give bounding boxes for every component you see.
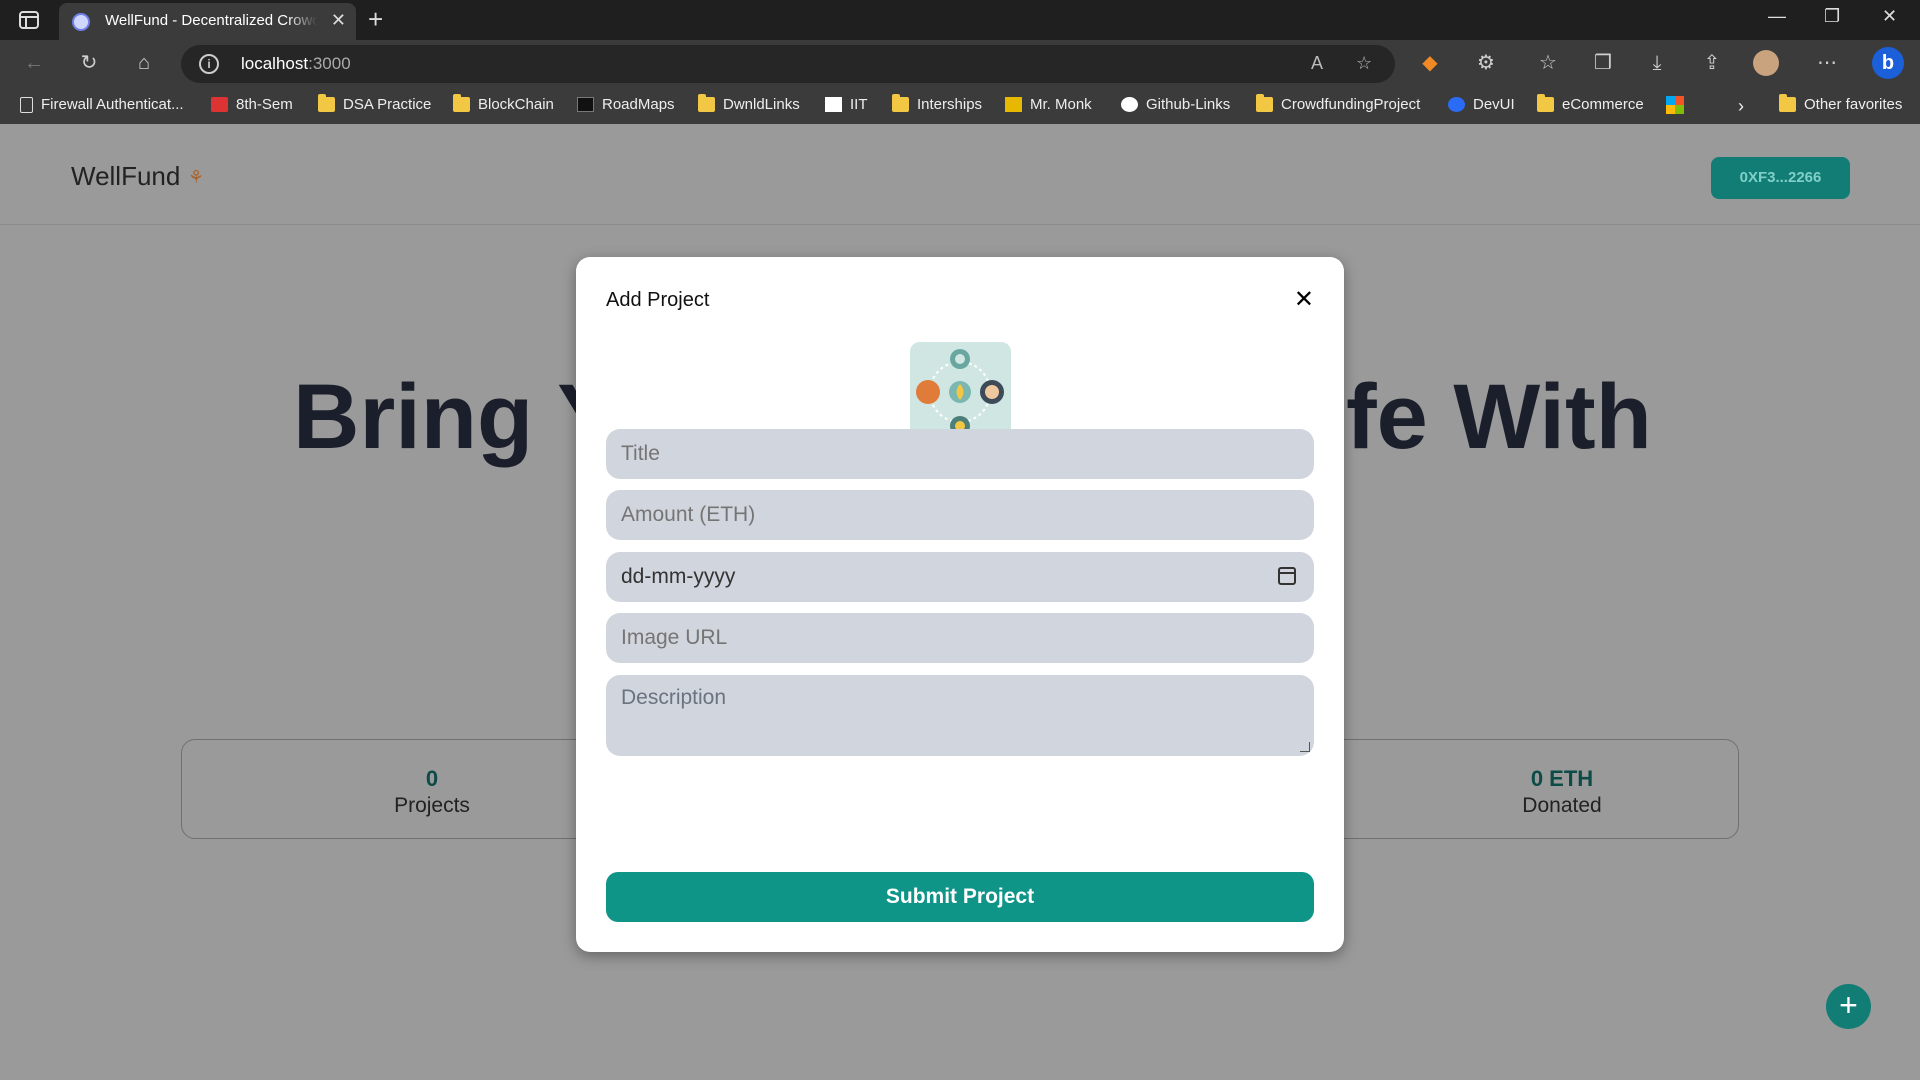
browser-toolbar: ← ↻ ⌂ i localhost:3000 A ☆ ◆ ⚙ ☆ ❒ ⤓ ⇪ ⋯… [0,40,1920,87]
brand-name[interactable]: WellFund [71,161,180,192]
new-tab-button[interactable]: + [368,4,383,35]
bookmark-label: RoadMaps [602,96,675,113]
brand-logo-icon: ⚘ [188,167,205,187]
iit-icon [825,97,842,112]
add-project-fab[interactable]: + [1826,984,1871,1029]
modal-close-icon[interactable]: ✕ [1294,285,1314,314]
roadmap-icon [577,97,594,112]
favorites-icon[interactable]: ☆ [1534,50,1562,76]
microsoft-icon [1666,96,1684,114]
folder-icon [318,94,335,112]
submit-project-button[interactable]: Submit Project [606,872,1314,922]
pdf-icon [211,97,228,112]
date-placeholder: dd-mm-yyyy [621,565,736,588]
folder-icon [1537,94,1554,112]
folder-icon [698,94,715,112]
tab-actions-icon[interactable] [18,9,40,31]
bookmark-dsa-practice[interactable]: DSA Practice [318,94,432,113]
bookmark-iit[interactable]: IIT [825,96,868,113]
bookmark-label: DwnldLinks [723,96,800,113]
site-info-icon[interactable]: i [199,54,219,74]
share-icon[interactable]: ⇪ [1698,50,1726,76]
tab-title: WellFund - Decentralized Crowdfunding [105,12,317,29]
tab-close-icon[interactable]: ✕ [331,10,346,31]
metamask-extension-icon[interactable]: ◆ [1416,50,1444,76]
bookmark-crowdfunding-project[interactable]: CrowdfundingProject [1256,94,1421,113]
bookmark-devui[interactable]: DevUI [1448,96,1515,113]
bookmarks-overflow-chevron-icon[interactable]: › [1738,96,1744,117]
bookmark-8th-sem[interactable]: 8th-Sem [211,96,293,113]
add-project-modal: Add Project ✕ dd-mm-yyyy Description Sub… [576,257,1344,952]
crowdfunding-illustration [910,342,1011,442]
bookmark-label: Github-Links [1146,96,1231,113]
url-text[interactable]: localhost:3000 [241,54,351,74]
hero-heading-left: Bring Y [293,366,619,468]
description-textarea[interactable]: Description [606,675,1314,756]
bookmark-interships[interactable]: Interships [892,94,983,113]
deadline-date-input[interactable]: dd-mm-yyyy [606,552,1314,602]
active-tab[interactable]: WellFund - Decentralized Crowdfunding ✕ [59,3,356,40]
description-placeholder: Description [621,686,727,709]
minimize-button[interactable]: — [1768,6,1786,27]
window-close-button[interactable]: ✕ [1882,6,1897,27]
image-url-input[interactable] [606,613,1314,663]
bookmark-label: BlockChain [478,96,554,113]
folder-icon [1256,94,1273,112]
downloads-icon[interactable]: ⤓ [1643,50,1671,76]
bookmark-mr-monk[interactable]: Mr. Monk [1005,96,1092,113]
collections-icon[interactable]: ❒ [1589,50,1617,76]
bookmark-label: 8th-Sem [236,96,293,113]
page-icon [20,96,33,113]
resize-handle-icon[interactable] [1300,742,1310,752]
bookmark-label: DevUI [1473,96,1515,113]
github-icon [1121,97,1138,112]
home-icon[interactable]: ⌂ [130,50,158,76]
bookmark-github-links[interactable]: Github-Links [1121,96,1230,113]
bookmark-firewall[interactable]: Firewall Authenticat... [20,96,184,113]
hero-heading-right: fe With [1346,366,1652,468]
devui-icon [1448,97,1465,112]
url-host: localhost [241,54,309,73]
browser-tabbar: WellFund - Decentralized Crowdfunding ✕ … [0,0,1920,40]
folder-icon [1779,94,1796,112]
bookmark-microsoft[interactable] [1666,96,1684,114]
site-favicon-icon [72,13,90,31]
reload-icon[interactable]: ↻ [75,50,103,76]
add-favorite-icon[interactable]: ☆ [1356,53,1372,74]
bookmark-ecommerce[interactable]: eCommerce [1537,94,1644,113]
bing-chat-icon[interactable]: b [1872,47,1904,79]
amount-input[interactable] [606,490,1314,540]
title-input[interactable] [606,429,1314,479]
app-navbar: WellFund ⚘ 0XF3...2266 [0,125,1920,225]
bookmark-label: DSA Practice [343,96,432,113]
bookmark-label: IIT [850,96,868,113]
bookmark-roadmaps[interactable]: RoadMaps [577,96,675,113]
bookmark-label: CrowdfundingProject [1281,96,1421,113]
donated-label: Donated [1522,794,1602,817]
donated-amount: 0 ETH [1530,766,1594,791]
calendar-icon[interactable] [1278,567,1296,585]
bookmark-label: Mr. Monk [1030,96,1092,113]
bookmark-label: Firewall Authenticat... [41,96,184,113]
extensions-icon[interactable]: ⚙ [1472,50,1500,76]
url-port: :3000 [308,54,351,73]
bookmark-label: Other favorites [1804,96,1903,113]
profile-avatar[interactable] [1753,50,1779,76]
bookmark-label: Interships [917,96,983,113]
bookmark-other-favorites[interactable]: Other favorites [1779,94,1903,113]
modal-title: Add Project [606,289,710,311]
back-arrow-icon[interactable]: ← [20,50,48,76]
more-menu-icon[interactable]: ⋯ [1813,50,1841,76]
monk-icon [1005,97,1022,112]
bookmarks-bar: Firewall Authenticat... 8th-Sem DSA Prac… [0,87,1920,124]
bookmark-blockchain[interactable]: BlockChain [453,94,554,113]
address-bar[interactable]: i localhost:3000 A ☆ [181,45,1395,83]
folder-icon [453,94,470,112]
restore-button[interactable]: ❐ [1824,6,1840,27]
folder-icon [892,94,909,112]
bookmark-label: eCommerce [1562,96,1644,113]
wallet-address-button[interactable]: 0XF3...2266 [1711,157,1850,199]
bookmark-dwnldlinks[interactable]: DwnldLinks [698,94,800,113]
read-aloud-icon[interactable]: A [1311,53,1323,74]
